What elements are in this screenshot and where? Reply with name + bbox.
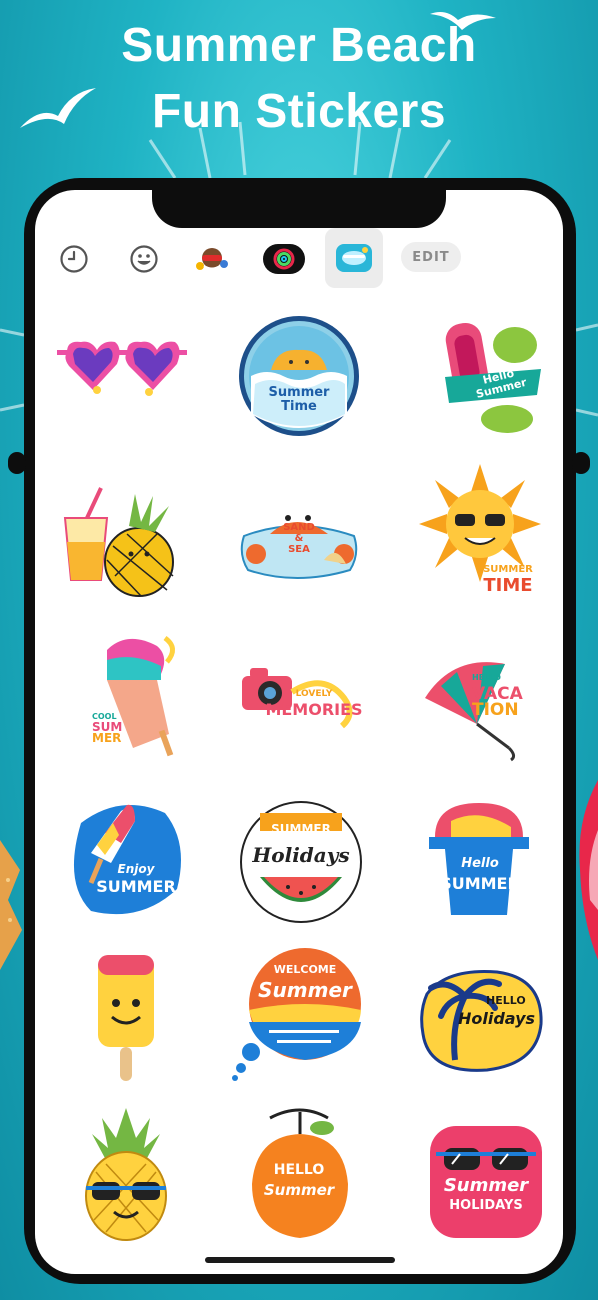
sticker-smiling-popsicle[interactable] xyxy=(56,948,196,1088)
beach-ball-icon xyxy=(579,780,598,960)
sticker-text: Summer xyxy=(263,1181,335,1199)
sticker-welcome-summer-sunset[interactable]: WELCOME Summer xyxy=(229,944,369,1084)
sticker-text: HELLO xyxy=(273,1162,325,1178)
tab-recent[interactable] xyxy=(55,232,93,286)
home-indicator[interactable] xyxy=(205,1257,395,1263)
sticker-text: Summer xyxy=(443,1175,529,1196)
tab-summer-pack[interactable] xyxy=(325,228,383,288)
sticker-text: SEA xyxy=(288,544,310,555)
sticker-pineapple-sunglasses[interactable] xyxy=(56,1104,196,1244)
tab-rings-pack[interactable] xyxy=(259,232,309,286)
sticker-text: Hello xyxy=(461,856,499,871)
sticker-text: Enjoy xyxy=(117,862,155,876)
sticker-text: TION xyxy=(472,700,519,720)
sticker-text: SUMMER xyxy=(96,877,176,896)
phone-side-button xyxy=(572,452,590,474)
sticker-text: Summer xyxy=(258,978,352,1002)
sticker-lovely-memories-camera[interactable]: LOVELY MEMORIES xyxy=(229,632,369,772)
promo-title-line1: Summer Beach xyxy=(121,19,477,72)
edit-button[interactable]: EDIT xyxy=(401,242,461,272)
sticker-text: WELCOME xyxy=(273,963,337,976)
smiley-icon xyxy=(130,245,158,273)
sticker-text: TIME xyxy=(483,575,533,596)
sticker-text: HOLIDAYS xyxy=(449,1198,523,1213)
clock-icon xyxy=(60,245,88,273)
character-pack-icon xyxy=(196,248,228,270)
sticker-summer-time-sun[interactable]: SUMMER TIME xyxy=(410,462,550,602)
sticker-text: SUMMER xyxy=(440,874,520,893)
sticker-cool-summer-icecream[interactable]: COOL SUM MER xyxy=(62,625,202,765)
sticker-hello-summer-bucket[interactable]: Hello SUMMER xyxy=(410,792,550,932)
sticker-text: SUMMER xyxy=(271,822,331,836)
sticker-summer-time-badge[interactable]: Summer Time xyxy=(229,306,369,446)
sticker-category-bar xyxy=(35,228,563,288)
phone-side-button xyxy=(8,452,26,474)
sticker-text: & xyxy=(294,533,304,544)
sticker-text: HELLO xyxy=(486,994,526,1007)
summer-pack-icon xyxy=(336,244,372,272)
sticker-hello-holidays-palm[interactable]: HELLO Holidays xyxy=(412,950,552,1090)
sticker-text: Holidays xyxy=(252,843,350,867)
sticker-heart-sunglasses[interactable] xyxy=(52,302,192,442)
sticker-pineapple-lemonade[interactable] xyxy=(52,470,192,610)
sticker-hello-vacation-umbrella[interactable]: HELLO VACA TION xyxy=(412,628,552,768)
sticker-summer-holidays-sunglasses[interactable]: Summer HOLIDAYS xyxy=(416,1112,556,1252)
promo-title-line2: Fun Stickers xyxy=(151,85,447,138)
phone-notch xyxy=(152,178,446,228)
tab-emoji[interactable] xyxy=(124,232,164,286)
tab-character-pack[interactable] xyxy=(190,232,234,286)
sticker-text: Summer xyxy=(268,385,330,400)
sticker-text: SAND xyxy=(283,522,315,533)
sticker-hello-summer-swimsuit[interactable]: Hello Summer xyxy=(420,303,560,443)
sticker-summer-holidays-watermelon[interactable]: SUMMER Holidays xyxy=(231,792,371,932)
starfish-icon xyxy=(0,840,22,970)
sticker-text: Holidays xyxy=(458,1009,536,1028)
sticker-text: MEMORIES xyxy=(265,700,363,719)
sticker-hello-summer-orange[interactable]: HELLO Summer xyxy=(229,1104,369,1244)
sticker-text: MER xyxy=(92,731,122,745)
sticker-text: Time xyxy=(281,399,317,414)
rings-pack-icon xyxy=(263,244,305,274)
sticker-enjoy-summer-popsicle[interactable]: Enjoy SUMMER xyxy=(56,788,196,928)
sticker-sand-and-sea-crab[interactable]: SAND & SEA xyxy=(229,470,369,610)
